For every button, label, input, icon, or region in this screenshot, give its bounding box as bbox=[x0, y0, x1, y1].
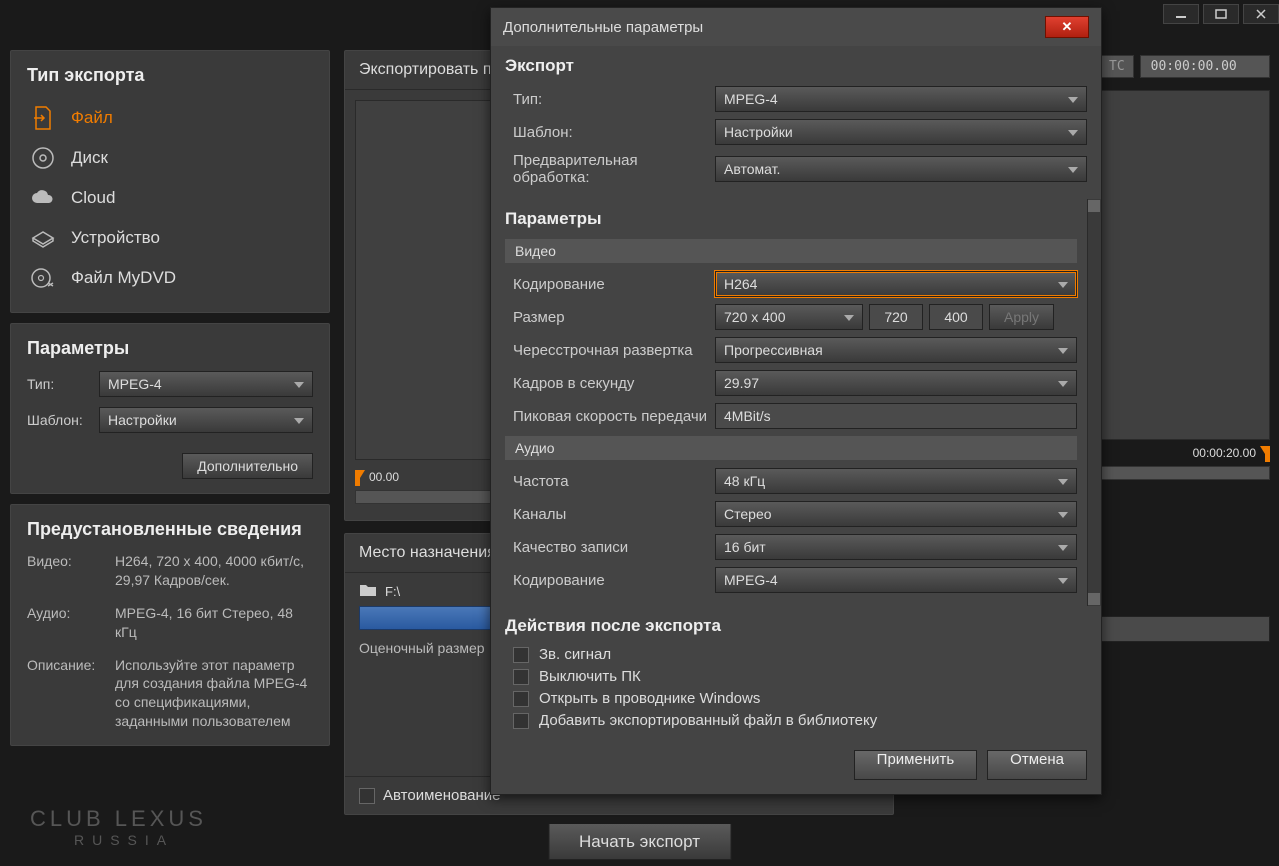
add-to-library-checkbox[interactable] bbox=[513, 713, 529, 729]
dlg-interlace-select[interactable]: Прогрессивная bbox=[715, 337, 1077, 363]
audio-label: Аудио: bbox=[27, 604, 107, 642]
dlg-preproc-select[interactable]: Автомат. bbox=[715, 156, 1087, 182]
scroll-up-icon[interactable] bbox=[1088, 200, 1100, 212]
right-timeline[interactable]: 00:00:20.00 bbox=[1100, 446, 1270, 486]
dlg-preproc-label: Предварительная обработка: bbox=[505, 152, 715, 186]
actions-section-title: Действия после экспорта bbox=[505, 616, 1087, 636]
dlg-quality-select[interactable]: 16 бит bbox=[715, 534, 1077, 560]
window-close-button[interactable] bbox=[1243, 4, 1279, 24]
window-maximize-button[interactable] bbox=[1203, 4, 1239, 24]
autoname-checkbox[interactable] bbox=[359, 788, 375, 804]
dlg-apply-size-button[interactable]: Apply bbox=[989, 304, 1054, 330]
advanced-settings-dialog: Дополнительные параметры ✕ Экспорт Тип:M… bbox=[490, 7, 1102, 795]
shutdown-label: Выключить ПК bbox=[539, 668, 641, 685]
export-type-file[interactable]: Файл bbox=[27, 98, 313, 138]
dlg-encoding-select[interactable]: H264 bbox=[715, 271, 1077, 297]
export-type-title: Тип экспорта bbox=[27, 65, 313, 86]
dialog-close-button[interactable]: ✕ bbox=[1045, 16, 1089, 38]
dlg-peak-label: Пиковая скорость передачи bbox=[505, 408, 715, 425]
right-input[interactable] bbox=[1100, 616, 1270, 642]
dlg-type-label: Тип: bbox=[505, 91, 715, 108]
window-minimize-button[interactable] bbox=[1163, 4, 1199, 24]
tc-label: TC bbox=[1100, 55, 1134, 78]
dlg-template-select[interactable]: Настройки bbox=[715, 119, 1087, 145]
dlg-channels-label: Каналы bbox=[505, 506, 715, 523]
folder-icon bbox=[359, 583, 377, 600]
export-type-mydvd[interactable]: Файл MyDVD bbox=[27, 258, 313, 298]
audio-subheader: Аудио bbox=[505, 436, 1077, 460]
preset-info-panel: Предустановленные сведения Видео: H264, … bbox=[10, 504, 330, 746]
description-label: Описание: bbox=[27, 656, 107, 732]
watermark: CLUB LEXUS RUSSIA bbox=[30, 806, 207, 848]
export-type-label: Устройство bbox=[71, 228, 160, 248]
shutdown-checkbox[interactable] bbox=[513, 669, 529, 685]
dlg-width-input[interactable]: 720 bbox=[869, 304, 923, 330]
export-type-label: Файл MyDVD bbox=[71, 268, 176, 288]
dialog-title: Дополнительные параметры bbox=[503, 19, 703, 36]
dlg-audio-encoding-label: Кодирование bbox=[505, 572, 715, 589]
export-type-disc[interactable]: Диск bbox=[27, 138, 313, 178]
export-type-label: Файл bbox=[71, 108, 113, 128]
dlg-fps-select[interactable]: 29.97 bbox=[715, 370, 1077, 396]
dlg-audio-encoding-select[interactable]: MPEG-4 bbox=[715, 567, 1077, 593]
type-select[interactable]: MPEG-4 bbox=[99, 371, 313, 397]
sound-signal-checkbox[interactable] bbox=[513, 647, 529, 663]
disc-icon bbox=[29, 144, 57, 172]
template-select[interactable]: Настройки bbox=[99, 407, 313, 433]
timeline-in-marker[interactable] bbox=[355, 470, 367, 486]
timeline-end-tc: 00:00:20.00 bbox=[1193, 446, 1256, 460]
dlg-encoding-label: Кодирование bbox=[505, 276, 715, 293]
dlg-interlace-label: Чересстрочная развертка bbox=[505, 342, 715, 359]
dialog-cancel-button[interactable]: Отмена bbox=[987, 750, 1087, 780]
export-type-device[interactable]: Устройство bbox=[27, 218, 313, 258]
export-section-title: Экспорт bbox=[505, 56, 1087, 76]
timeline-out-marker[interactable] bbox=[1258, 446, 1270, 462]
dlg-freq-select[interactable]: 48 кГц bbox=[715, 468, 1077, 494]
dlg-quality-label: Качество записи bbox=[505, 539, 715, 556]
video-label: Видео: bbox=[27, 552, 107, 590]
dlg-height-input[interactable]: 400 bbox=[929, 304, 983, 330]
audio-value: MPEG-4, 16 бит Стерео, 48 кГц bbox=[115, 604, 313, 642]
description-value: Используйте этот параметр для создания ф… bbox=[115, 656, 313, 732]
dlg-freq-label: Частота bbox=[505, 473, 715, 490]
dlg-size-label: Размер bbox=[505, 309, 715, 326]
export-type-panel: Тип экспорта Файл Диск Cloud Устройство … bbox=[10, 50, 330, 313]
dlg-type-select[interactable]: MPEG-4 bbox=[715, 86, 1087, 112]
export-type-label: Cloud bbox=[71, 188, 115, 208]
open-explorer-checkbox[interactable] bbox=[513, 691, 529, 707]
export-type-cloud[interactable]: Cloud bbox=[27, 178, 313, 218]
tc-value[interactable]: 00:00:00.00 bbox=[1140, 55, 1270, 78]
dlg-template-label: Шаблон: bbox=[505, 124, 715, 141]
mydvd-icon bbox=[29, 264, 57, 292]
open-explorer-label: Открыть в проводнике Windows bbox=[539, 690, 760, 707]
video-value: H264, 720 x 400, 4000 кбит/с, 29,97 Кадр… bbox=[115, 552, 313, 590]
preset-info-title: Предустановленные сведения bbox=[27, 519, 313, 540]
dlg-channels-select[interactable]: Стерео bbox=[715, 501, 1077, 527]
video-subheader: Видео bbox=[505, 239, 1077, 263]
dlg-peak-input[interactable]: 4MBit/s bbox=[715, 403, 1077, 429]
folder-path: F:\ bbox=[385, 584, 400, 599]
scroll-down-icon[interactable] bbox=[1088, 593, 1100, 605]
dlg-size-select[interactable]: 720 x 400 bbox=[715, 304, 863, 330]
device-icon bbox=[29, 224, 57, 252]
file-export-icon bbox=[29, 104, 57, 132]
autoname-label: Автоименование bbox=[383, 787, 501, 804]
export-type-label: Диск bbox=[71, 148, 108, 168]
timeline-start-tc: 00.00 bbox=[369, 470, 399, 484]
parameters-panel: Параметры Тип: MPEG-4 Шаблон: Настройки … bbox=[10, 323, 330, 494]
dlg-fps-label: Кадров в секунду bbox=[505, 375, 715, 392]
params-scrollbar[interactable] bbox=[1087, 199, 1101, 606]
params-section-title: Параметры bbox=[505, 209, 1077, 229]
parameters-title: Параметры bbox=[27, 338, 313, 359]
add-to-library-label: Добавить экспортированный файл в библиот… bbox=[539, 712, 877, 729]
cloud-icon bbox=[29, 184, 57, 212]
sound-signal-label: Зв. сигнал bbox=[539, 646, 611, 663]
start-export-button[interactable]: Начать экспорт bbox=[548, 824, 731, 860]
dialog-apply-button[interactable]: Применить bbox=[854, 750, 978, 780]
template-label: Шаблон: bbox=[27, 412, 99, 428]
advanced-button[interactable]: Дополнительно bbox=[182, 453, 313, 479]
type-label: Тип: bbox=[27, 376, 99, 392]
right-preview-box bbox=[1100, 90, 1270, 440]
